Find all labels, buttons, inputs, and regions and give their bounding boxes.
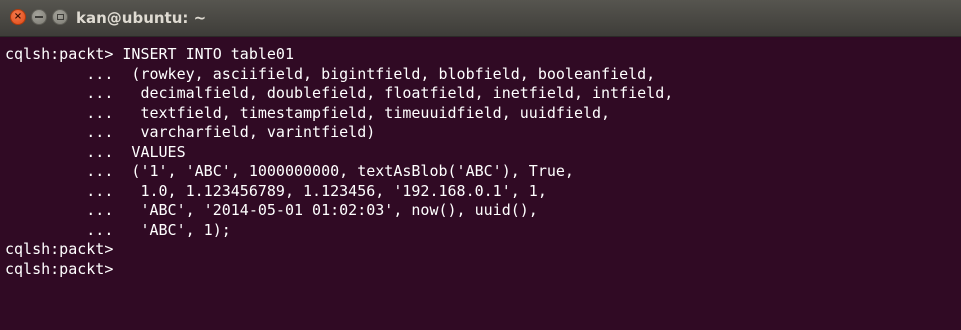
terminal-line: ... textfield, timestampfield, timeuuidf… xyxy=(5,103,611,122)
terminal-line: ... varcharfield, varintfield) xyxy=(5,123,376,141)
terminal-line: ... decimalfield, doublefield, floatfiel… xyxy=(5,84,674,102)
terminal-prompt-line: cqlsh:packt> xyxy=(5,240,114,258)
window-title: kan@ubuntu: ~ xyxy=(76,9,207,27)
terminal-line: ... 1.0, 1.123456789, 1.123456, '192.168… xyxy=(5,181,547,200)
terminal-line: ... 'ABC', '2014-05-01 01:02:03', now(),… xyxy=(5,201,538,219)
close-button[interactable]: × xyxy=(10,9,26,25)
terminal-line: ... (rowkey, asciifield, bigintfield, bl… xyxy=(5,64,656,83)
terminal-line: ... ('1', 'ABC', 1000000000, textAsBlob(… xyxy=(5,162,574,180)
title-bar[interactable]: × kan@ubuntu: ~ xyxy=(0,0,961,37)
terminal-window: × kan@ubuntu: ~ cqlsh:packt> INSERT INTO… xyxy=(0,0,961,330)
close-icon: × xyxy=(13,11,23,22)
terminal-prompt-line: cqlsh:packt> xyxy=(5,259,114,278)
terminal-line: ... 'ABC', 1); xyxy=(5,220,231,239)
maximize-icon xyxy=(56,14,64,20)
terminal-output[interactable]: cqlsh:packt> INSERT INTO table01 ... (ro… xyxy=(0,38,961,330)
minimize-button[interactable] xyxy=(31,9,47,25)
maximize-button[interactable] xyxy=(52,9,68,25)
terminal-line: cqlsh:packt> INSERT INTO table01 xyxy=(5,45,294,63)
terminal-line: ... VALUES xyxy=(5,142,186,161)
minimize-icon xyxy=(35,16,43,18)
